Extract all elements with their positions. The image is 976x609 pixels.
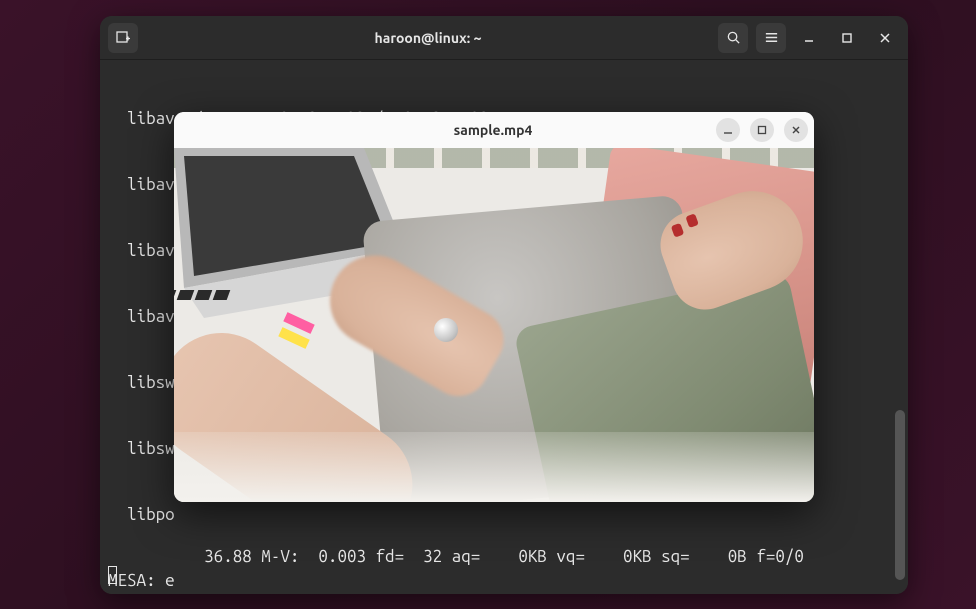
minimize-icon bbox=[802, 31, 816, 45]
terminal-title: haroon@linux: ~ bbox=[146, 30, 710, 46]
cursor bbox=[108, 566, 117, 584]
ring bbox=[434, 318, 458, 342]
maximize-button[interactable] bbox=[832, 23, 862, 53]
video-frame[interactable] bbox=[174, 148, 814, 502]
nail bbox=[685, 213, 699, 228]
player-maximize-button[interactable] bbox=[750, 118, 774, 142]
player-close-button[interactable] bbox=[784, 118, 808, 142]
minimize-icon bbox=[723, 125, 733, 135]
new-tab-button[interactable] bbox=[108, 23, 138, 53]
close-icon bbox=[878, 31, 892, 45]
close-button[interactable] bbox=[870, 23, 900, 53]
menu-button[interactable] bbox=[756, 23, 786, 53]
table-surface bbox=[174, 432, 814, 502]
maximize-icon bbox=[757, 125, 767, 135]
nail bbox=[671, 223, 685, 238]
player-titlebar[interactable]: sample.mp4 bbox=[174, 112, 814, 148]
scrollbar-thumb[interactable] bbox=[895, 410, 905, 580]
close-icon bbox=[791, 125, 801, 135]
terminal-titlebar[interactable]: haroon@linux: ~ bbox=[100, 16, 908, 60]
status-line: 36.88 M-V: 0.003 fd= 32 aq= 0KB vq= 0KB … bbox=[100, 502, 908, 590]
minimize-button[interactable] bbox=[794, 23, 824, 53]
new-tab-icon bbox=[115, 30, 131, 46]
player-title: sample.mp4 bbox=[270, 122, 716, 138]
player-minimize-button[interactable] bbox=[716, 118, 740, 142]
video-player-window: sample.mp4 bbox=[174, 112, 814, 502]
hamburger-icon bbox=[764, 30, 779, 45]
search-button[interactable] bbox=[718, 23, 748, 53]
search-icon bbox=[726, 30, 741, 45]
maximize-icon bbox=[840, 31, 854, 45]
